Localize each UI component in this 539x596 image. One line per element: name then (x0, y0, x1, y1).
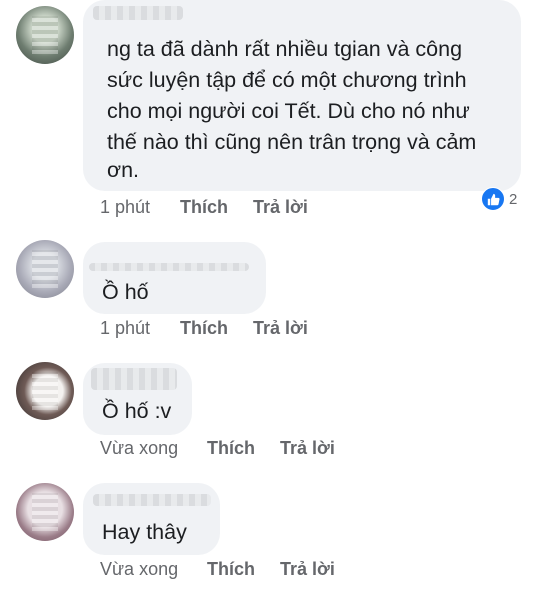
commenter-name-blurred[interactable] (91, 368, 177, 390)
comment-text-line: ơn. (107, 158, 140, 182)
like-button[interactable]: Thích (180, 197, 228, 218)
comment-text-line: Ồ hố (102, 280, 149, 304)
comment-text-line: Ồ hố :v (102, 399, 172, 423)
comment-bubble: Ồ hố (83, 242, 266, 314)
thumbs-up-icon (481, 187, 505, 211)
reply-button[interactable]: Trả lời (280, 438, 335, 459)
commenter-avatar[interactable] (16, 240, 74, 298)
reply-button[interactable]: Trả lời (253, 318, 308, 339)
comment-timestamp[interactable]: 1 phút (100, 197, 150, 218)
comment-text-line: cho mọi người coi Tết. Dù cho nó như (107, 99, 470, 123)
like-button[interactable]: Thích (207, 438, 255, 459)
comment-timestamp[interactable]: 1 phút (100, 318, 150, 339)
commenter-name-blurred[interactable] (93, 494, 211, 506)
commenter-name-blurred[interactable] (89, 263, 249, 271)
avatar-blur (32, 372, 58, 410)
reaction-summary[interactable]: 2 (481, 187, 517, 211)
like-button[interactable]: Thích (180, 318, 228, 339)
commenter-avatar[interactable] (16, 6, 74, 64)
reaction-count: 2 (509, 190, 518, 208)
commenter-avatar[interactable] (16, 483, 74, 541)
comment-text-line: ng ta đã dành rất nhiều tgian và công (107, 37, 463, 61)
comment-text-line: sức luyện tập để có một chương trình (107, 68, 467, 92)
comment-bubble: Hay thây (83, 483, 220, 555)
reply-button[interactable]: Trả lời (280, 559, 335, 580)
commenter-avatar[interactable] (16, 362, 74, 420)
avatar-blur (32, 16, 58, 54)
comment-text-line: Hay thây (102, 520, 187, 544)
comment-timestamp[interactable]: Vừa xong (100, 438, 178, 459)
commenter-name-blurred[interactable] (93, 6, 183, 20)
reply-button[interactable]: Trả lời (253, 197, 308, 218)
avatar-blur (32, 250, 58, 288)
comment-bubble: Ồ hố :v (83, 363, 192, 435)
like-button[interactable]: Thích (207, 559, 255, 580)
comment-timestamp[interactable]: Vừa xong (100, 559, 178, 580)
comment-bubble: ng ta đã dành rất nhiều tgian và công sứ… (83, 0, 521, 191)
comment-text-line: thế nào thì cũng nên trân trọng và cảm (107, 130, 477, 154)
avatar-blur (32, 493, 58, 531)
